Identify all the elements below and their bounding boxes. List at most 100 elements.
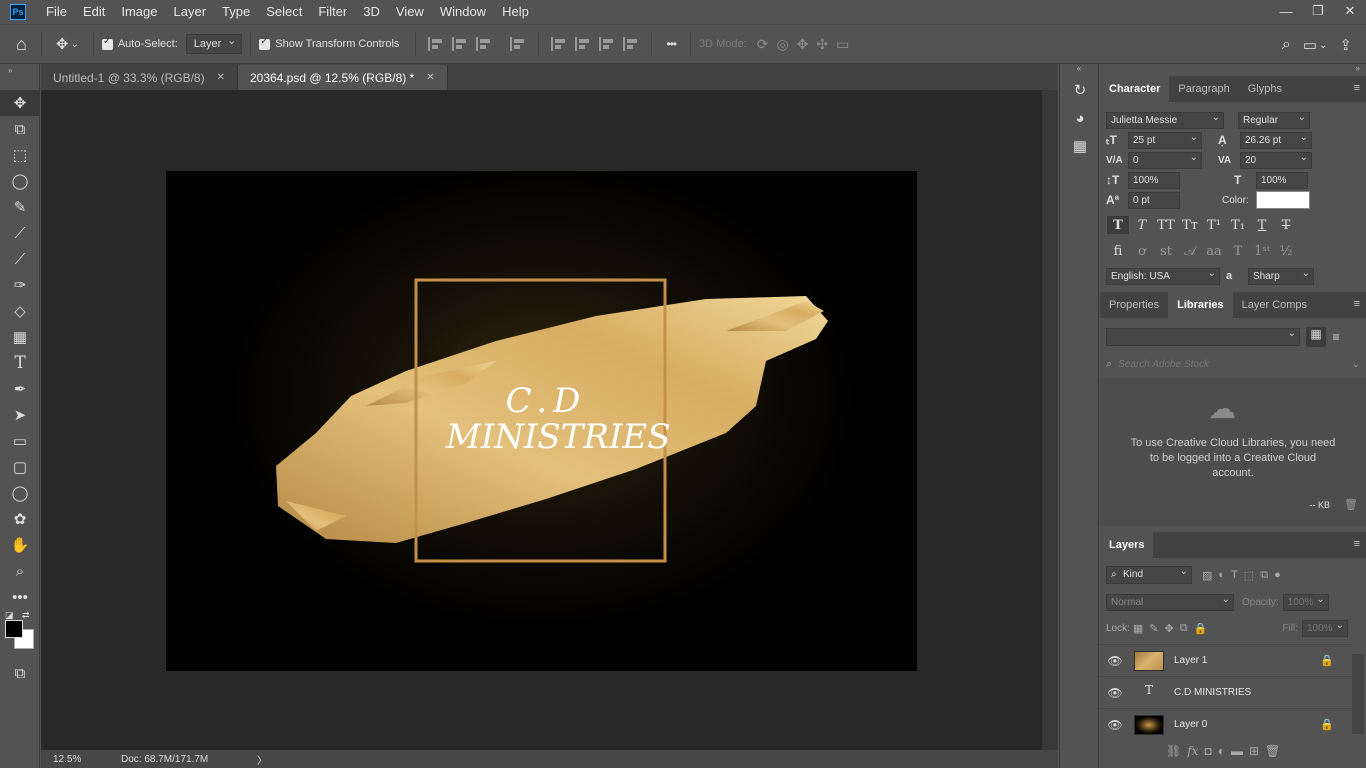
panel-menu-icon[interactable]: ≡ [1354, 298, 1360, 310]
move-tool-icon[interactable]: ✥ [56, 35, 69, 53]
rounded-rectangle-tool[interactable]: ▢ [0, 454, 40, 480]
auto-select-dropdown[interactable]: Layer [185, 32, 243, 54]
swatches-grid-icon[interactable]: ▦ [1060, 132, 1100, 160]
search-chevron-icon[interactable]: ⌄ [1352, 359, 1360, 370]
delete-icon[interactable]: 🗑 [1344, 498, 1358, 511]
tab-libraries[interactable]: Libraries [1168, 292, 1233, 318]
swap-colors-icon[interactable]: ⇄ [22, 610, 30, 621]
vertical-scrollbar[interactable] [1042, 90, 1058, 750]
path-selection-tool[interactable]: ➤ [0, 402, 40, 428]
fractions-icon[interactable]: ½ [1274, 241, 1298, 261]
3d-roll-icon[interactable]: ◎ [776, 36, 788, 53]
canvas-area[interactable]: C.D MINISTRIES [41, 90, 1042, 750]
tab-character[interactable]: Character [1100, 76, 1170, 102]
tab-untitled-1[interactable]: Untitled-1 @ 33.3% (RGB/8) ✕ [41, 65, 238, 90]
ligatures-icon[interactable]: fi [1106, 241, 1130, 261]
eraser-tool[interactable]: ◇ [0, 298, 40, 324]
superscript-icon[interactable]: T¹ [1202, 215, 1226, 235]
align-bottom-icon[interactable] [599, 37, 615, 51]
gradient-tool[interactable]: ▦ [0, 324, 40, 350]
delete-layer-icon[interactable]: 🗑 [1265, 744, 1280, 758]
minimize-button[interactable]: — [1270, 0, 1302, 22]
faux-italic-icon[interactable]: T [1130, 215, 1154, 235]
history-icon[interactable]: ↻ [1060, 76, 1100, 104]
kerning-field[interactable]: 0 [1128, 150, 1202, 169]
filter-adjustment-icon[interactable]: ◐ [1218, 569, 1225, 581]
document-canvas[interactable]: C.D MINISTRIES [166, 171, 917, 671]
align-center-icon[interactable] [452, 37, 468, 51]
color-swatches[interactable]: ◪ ⇄ [0, 610, 40, 660]
collapse-dock-icon[interactable]: « [1060, 64, 1098, 76]
filter-kind-select[interactable]: ⌕ Kind [1106, 564, 1192, 584]
tab-properties[interactable]: Properties [1100, 292, 1168, 318]
menu-window[interactable]: Window [432, 0, 494, 24]
old-style-icon[interactable]: ơ [1130, 241, 1154, 261]
align-right-icon[interactable] [476, 37, 492, 51]
artboard-tool[interactable]: ⧉ [0, 116, 40, 142]
subscript-icon[interactable]: T₁ [1226, 215, 1250, 235]
horizontal-scale-field[interactable]: 100% [1256, 171, 1308, 189]
align-top-icon[interactable] [551, 37, 567, 51]
filter-smart-object-icon[interactable]: ⧉ [1260, 569, 1268, 582]
3d-orbit-icon[interactable]: ⟳ [757, 36, 769, 53]
3d-slide-icon[interactable]: ✣ [816, 36, 828, 53]
layer-style-fx-icon[interactable]: fx [1187, 744, 1198, 758]
screen-mode-icon[interactable]: ⧉ [0, 660, 40, 686]
filter-toggle-icon[interactable]: ● [1274, 569, 1281, 581]
library-select[interactable] [1106, 326, 1300, 346]
tab-glyphs[interactable]: Glyphs [1239, 76, 1291, 102]
link-layers-icon[interactable]: ⛓ [1166, 744, 1181, 758]
layer-row[interactable]: 👁 T C.D MINISTRIES [1100, 676, 1352, 708]
new-layer-icon[interactable]: ⊞ [1249, 744, 1259, 758]
tab-paragraph[interactable]: Paragraph [1169, 76, 1238, 102]
rectangle-tool[interactable]: ▭ [0, 428, 40, 454]
new-group-icon[interactable]: ▬ [1231, 744, 1243, 758]
layer-name[interactable]: Layer 0 [1174, 719, 1207, 730]
home-icon[interactable]: ⌂ [16, 34, 27, 55]
menu-filter[interactable]: Filter [310, 0, 355, 24]
eyedropper-tool[interactable]: ⟋ [0, 246, 40, 272]
type-tool[interactable]: T [0, 350, 40, 376]
panel-menu-icon[interactable]: ≡ [1354, 538, 1360, 550]
filter-pixel-icon[interactable]: ▨ [1202, 569, 1212, 582]
brush-tool[interactable]: ✑ [0, 272, 40, 298]
opacity-field[interactable]: 100% [1282, 592, 1329, 611]
auto-select-checkbox[interactable] [101, 36, 113, 50]
collapse-toolbar-icon[interactable]: » [0, 64, 39, 90]
faux-bold-icon[interactable]: T [1106, 215, 1130, 235]
distribute-horizontal-icon[interactable] [623, 37, 639, 51]
color-palette-icon[interactable]: ◕ [1060, 104, 1100, 132]
zoom-level[interactable]: 12.5% [41, 754, 121, 765]
close-tab-icon[interactable]: ✕ [426, 72, 434, 83]
status-arrow-icon[interactable]: 〉 [257, 752, 267, 767]
menu-help[interactable]: Help [494, 0, 537, 24]
grid-view-icon[interactable]: ▦ [1306, 327, 1326, 347]
all-caps-icon[interactable]: TT [1154, 215, 1178, 235]
menu-edit[interactable]: Edit [75, 0, 113, 24]
marquee-tool[interactable]: ⬚ [0, 142, 40, 168]
menu-view[interactable]: View [388, 0, 432, 24]
workspace-icon[interactable]: ▭ [1303, 36, 1317, 54]
custom-shape-tool[interactable]: ✿ [0, 506, 40, 532]
fill-field[interactable]: 100% [1302, 618, 1348, 637]
lock-transparent-icon[interactable]: ▦ [1133, 622, 1143, 635]
hand-tool[interactable]: ✋ [0, 532, 40, 558]
tab-20364-psd[interactable]: 20364.psd @ 12.5% (RGB/8) * ✕ [237, 65, 448, 90]
pen-tool[interactable]: ✒ [0, 376, 40, 402]
layer-name[interactable]: C.D MINISTRIES [1174, 687, 1251, 698]
crop-tool[interactable]: ⟋ [0, 220, 40, 246]
menu-type[interactable]: Type [214, 0, 258, 24]
swash-icon[interactable]: 𝒜 [1178, 241, 1202, 261]
ornaments-icon[interactable]: T [1226, 241, 1250, 261]
share-icon[interactable]: ⇪ [1339, 36, 1352, 54]
lock-image-icon[interactable]: ✎ [1149, 622, 1158, 635]
font-style-select[interactable]: Regular [1238, 110, 1310, 129]
menu-file[interactable]: File [38, 0, 75, 24]
transform-controls-checkbox[interactable] [259, 36, 271, 50]
visibility-eye-icon[interactable]: 👁 [1100, 718, 1130, 732]
blend-mode-select[interactable]: Normal [1106, 592, 1234, 611]
visibility-eye-icon[interactable]: 👁 [1100, 654, 1130, 668]
ellipse-tool[interactable]: ◯ [0, 480, 40, 506]
search-icon[interactable]: ⌕ [1282, 36, 1291, 54]
baseline-shift-field[interactable]: 0 pt [1128, 191, 1180, 209]
